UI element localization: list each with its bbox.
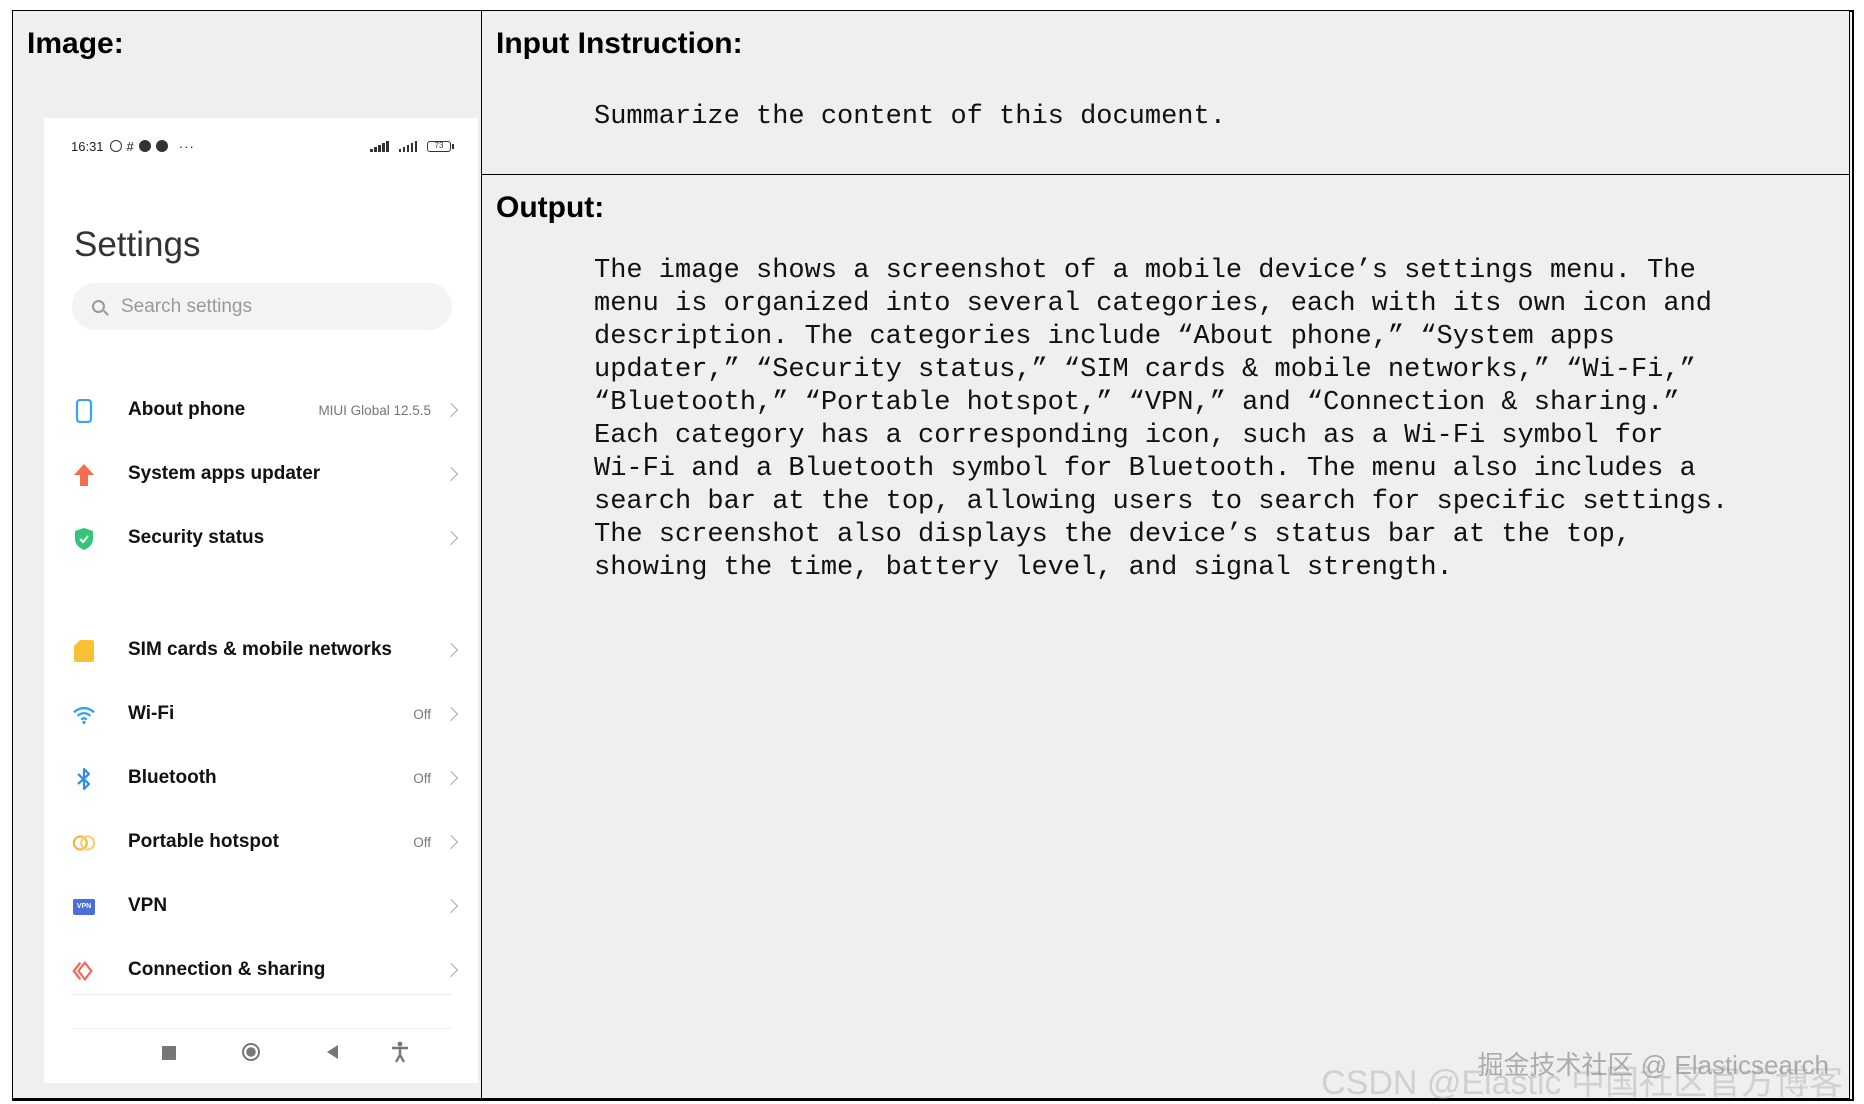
more-notifications-icon: ··· bbox=[178, 138, 195, 154]
status-time: 16:31 bbox=[71, 138, 104, 154]
chevron-right-icon bbox=[443, 834, 459, 850]
output-line: Each category has a corresponding icon, … bbox=[594, 421, 1664, 451]
item-label: VPN bbox=[128, 895, 168, 916]
settings-item-security-status[interactable]: Security status bbox=[44, 508, 478, 568]
signal-icon bbox=[370, 140, 389, 152]
app-icon bbox=[138, 140, 151, 152]
settings-item-about-phone[interactable]: About phone MIUI Global 12.5.5 bbox=[44, 380, 478, 440]
chevron-right-icon bbox=[443, 898, 459, 914]
divider bbox=[72, 994, 452, 995]
accessibility-icon[interactable] bbox=[390, 1041, 410, 1068]
alarm-icon bbox=[109, 140, 122, 152]
chevron-right-icon bbox=[443, 530, 459, 546]
chevron-right-icon bbox=[443, 706, 459, 722]
search-bar[interactable]: Search settings bbox=[72, 283, 452, 330]
signal-icon-2 bbox=[398, 140, 417, 152]
chevron-right-icon bbox=[443, 466, 459, 482]
settings-item-wifi[interactable]: Wi-Fi Off bbox=[44, 684, 478, 744]
item-value: Off bbox=[413, 706, 431, 722]
item-value: Off bbox=[413, 834, 431, 850]
shield-icon bbox=[72, 527, 96, 551]
phone-screenshot: 16:31 # ··· 73 Settings Search settings … bbox=[44, 118, 478, 1083]
sim-card-icon bbox=[72, 639, 96, 663]
status-bar: 16:31 # ··· 73 bbox=[71, 136, 454, 156]
instruction-cell: Input Instruction: Summarize the content… bbox=[481, 10, 1850, 176]
output-line: showing the time, battery level, and sig… bbox=[594, 553, 1453, 583]
output-line: The image shows a screenshot of a mobile… bbox=[594, 256, 1696, 286]
watermark-line-2: CSDN @Elastic 中国社区官方博客 bbox=[1321, 1064, 1843, 1102]
recents-button[interactable] bbox=[162, 1046, 176, 1060]
wifi-icon bbox=[72, 703, 96, 727]
item-value: Off bbox=[413, 770, 431, 786]
item-label: About phone bbox=[128, 399, 246, 420]
messenger-icon bbox=[155, 140, 168, 152]
bluetooth-icon bbox=[72, 767, 96, 791]
navigation-bar bbox=[72, 1028, 452, 1079]
output-line: search bar at the top, allowing users to… bbox=[594, 487, 1729, 517]
page-title: Settings bbox=[74, 225, 201, 264]
output-line: The screenshot also displays the device’… bbox=[594, 520, 1631, 550]
output-line: menu is organized into several categorie… bbox=[594, 289, 1712, 319]
settings-item-system-apps-updater[interactable]: System apps updater bbox=[44, 444, 478, 504]
output-text: The image shows a screenshot of a mobile… bbox=[594, 255, 1728, 585]
output-cell: Output: The image shows a screenshot of … bbox=[481, 174, 1850, 1102]
instruction-text: Summarize the content of this document. bbox=[594, 102, 1226, 132]
item-label: Bluetooth bbox=[128, 767, 217, 788]
chevron-right-icon bbox=[443, 962, 459, 978]
item-label: Security status bbox=[128, 527, 265, 548]
connection-sharing-icon bbox=[72, 959, 96, 983]
output-line: description. The categories include “Abo… bbox=[594, 322, 1615, 352]
settings-item-sim-cards[interactable]: SIM cards & mobile networks bbox=[44, 620, 478, 680]
search-icon bbox=[92, 300, 105, 313]
battery-level: 73 bbox=[434, 141, 444, 150]
item-label: Wi-Fi bbox=[128, 703, 175, 724]
image-cell: Image: 16:31 # ··· 73 Settings Search se… bbox=[12, 10, 482, 1099]
settings-item-bluetooth[interactable]: Bluetooth Off bbox=[44, 748, 478, 808]
chevron-right-icon bbox=[443, 402, 459, 418]
arrow-up-icon bbox=[72, 463, 96, 487]
hotspot-icon bbox=[72, 831, 96, 855]
battery-icon: 73 bbox=[427, 141, 454, 152]
output-line: updater,” “Security status,” “SIM cards … bbox=[594, 355, 1696, 385]
vpn-icon: VPN bbox=[72, 895, 96, 919]
item-label: Portable hotspot bbox=[128, 831, 279, 852]
item-label: SIM cards & mobile networks bbox=[128, 639, 392, 660]
instruction-header: Input Instruction: bbox=[496, 27, 743, 60]
item-label: Connection & sharing bbox=[128, 959, 326, 980]
output-line: Wi-Fi and a Bluetooth symbol for Bluetoo… bbox=[594, 454, 1696, 484]
search-placeholder: Search settings bbox=[121, 295, 252, 317]
settings-item-connection-sharing[interactable]: Connection & sharing bbox=[44, 940, 478, 1000]
settings-item-vpn[interactable]: VPN VPN bbox=[44, 876, 478, 936]
item-label: System apps updater bbox=[128, 463, 321, 484]
chevron-right-icon bbox=[443, 770, 459, 786]
phone-icon bbox=[72, 399, 96, 423]
back-button[interactable] bbox=[327, 1045, 338, 1059]
settings-item-portable-hotspot[interactable]: Portable hotspot Off bbox=[44, 812, 478, 872]
home-button[interactable] bbox=[242, 1043, 260, 1061]
vpn-badge: VPN bbox=[73, 899, 95, 915]
item-value: MIUI Global 12.5.5 bbox=[318, 402, 431, 418]
chevron-right-icon bbox=[443, 642, 459, 658]
hash-icon: # bbox=[126, 138, 134, 154]
output-header: Output: bbox=[496, 191, 605, 224]
output-line: “Bluetooth,” “Portable hotspot,” “VPN,” … bbox=[594, 388, 1680, 418]
image-header: Image: bbox=[27, 27, 124, 60]
